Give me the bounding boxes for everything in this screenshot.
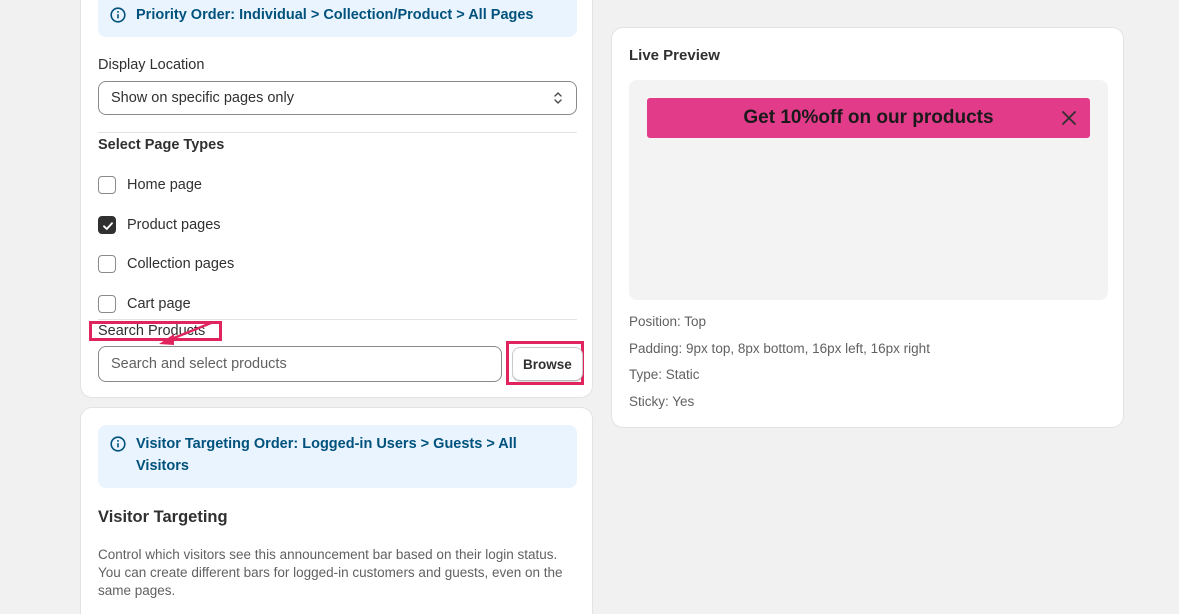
preview-canvas: Get 10%off on our products [629,80,1108,300]
checkbox-label: Cart page [127,296,191,312]
announcement-bar: Get 10%off on our products [647,98,1090,138]
display-location-label: Display Location [98,57,205,73]
visitor-targeting-title: Visitor Targeting [98,508,228,526]
preview-type: Type: Static [629,367,700,382]
checkbox-label: Product pages [127,217,221,233]
browse-button[interactable]: Browse [512,347,583,381]
preview-position: Position: Top [629,314,707,329]
priority-order-text: Priority Order: Individual > Collection/… [136,7,534,23]
live-preview-card: Live Preview Get 10%off on our products … [611,27,1124,428]
preview-sticky: Sticky: Yes [629,394,695,409]
visitor-order-text: Visitor Targeting Order: Logged-in Users… [136,436,517,474]
arrow-annotation-icon [159,321,213,345]
display-location-value: Show on specific pages only [111,90,294,106]
checkbox-box-checked[interactable] [98,216,116,234]
visitor-targeting-description: Control which visitors see this announce… [98,547,563,598]
checkbox-box[interactable] [98,176,116,194]
checkbox-box[interactable] [98,255,116,273]
checkmark-icon [103,222,113,230]
visitor-order-banner: Visitor Targeting Order: Logged-in Users… [98,425,577,488]
info-icon [110,436,126,452]
priority-order-banner: Priority Order: Individual > Collection/… [98,0,577,37]
divider [98,132,577,133]
display-location-select[interactable]: Show on specific pages only [98,81,577,115]
checkbox-label: Home page [127,177,202,193]
search-products-input[interactable] [98,346,502,382]
visitor-targeting-card: Visitor Targeting Order: Logged-in Users… [80,407,593,614]
info-icon [110,7,126,23]
checkbox-box[interactable] [98,295,116,313]
close-icon[interactable] [1060,109,1078,127]
live-preview-title: Live Preview [629,47,720,64]
display-settings-card: Priority Order: Individual > Collection/… [80,0,593,398]
chevron-up-down-icon [554,92,562,104]
preview-padding: Padding: 9px top, 8px bottom, 16px left,… [629,341,930,356]
page-types-label: Select Page Types [98,137,225,153]
announcement-text: Get 10%off on our products [743,107,994,128]
checkbox-label: Collection pages [127,256,235,272]
